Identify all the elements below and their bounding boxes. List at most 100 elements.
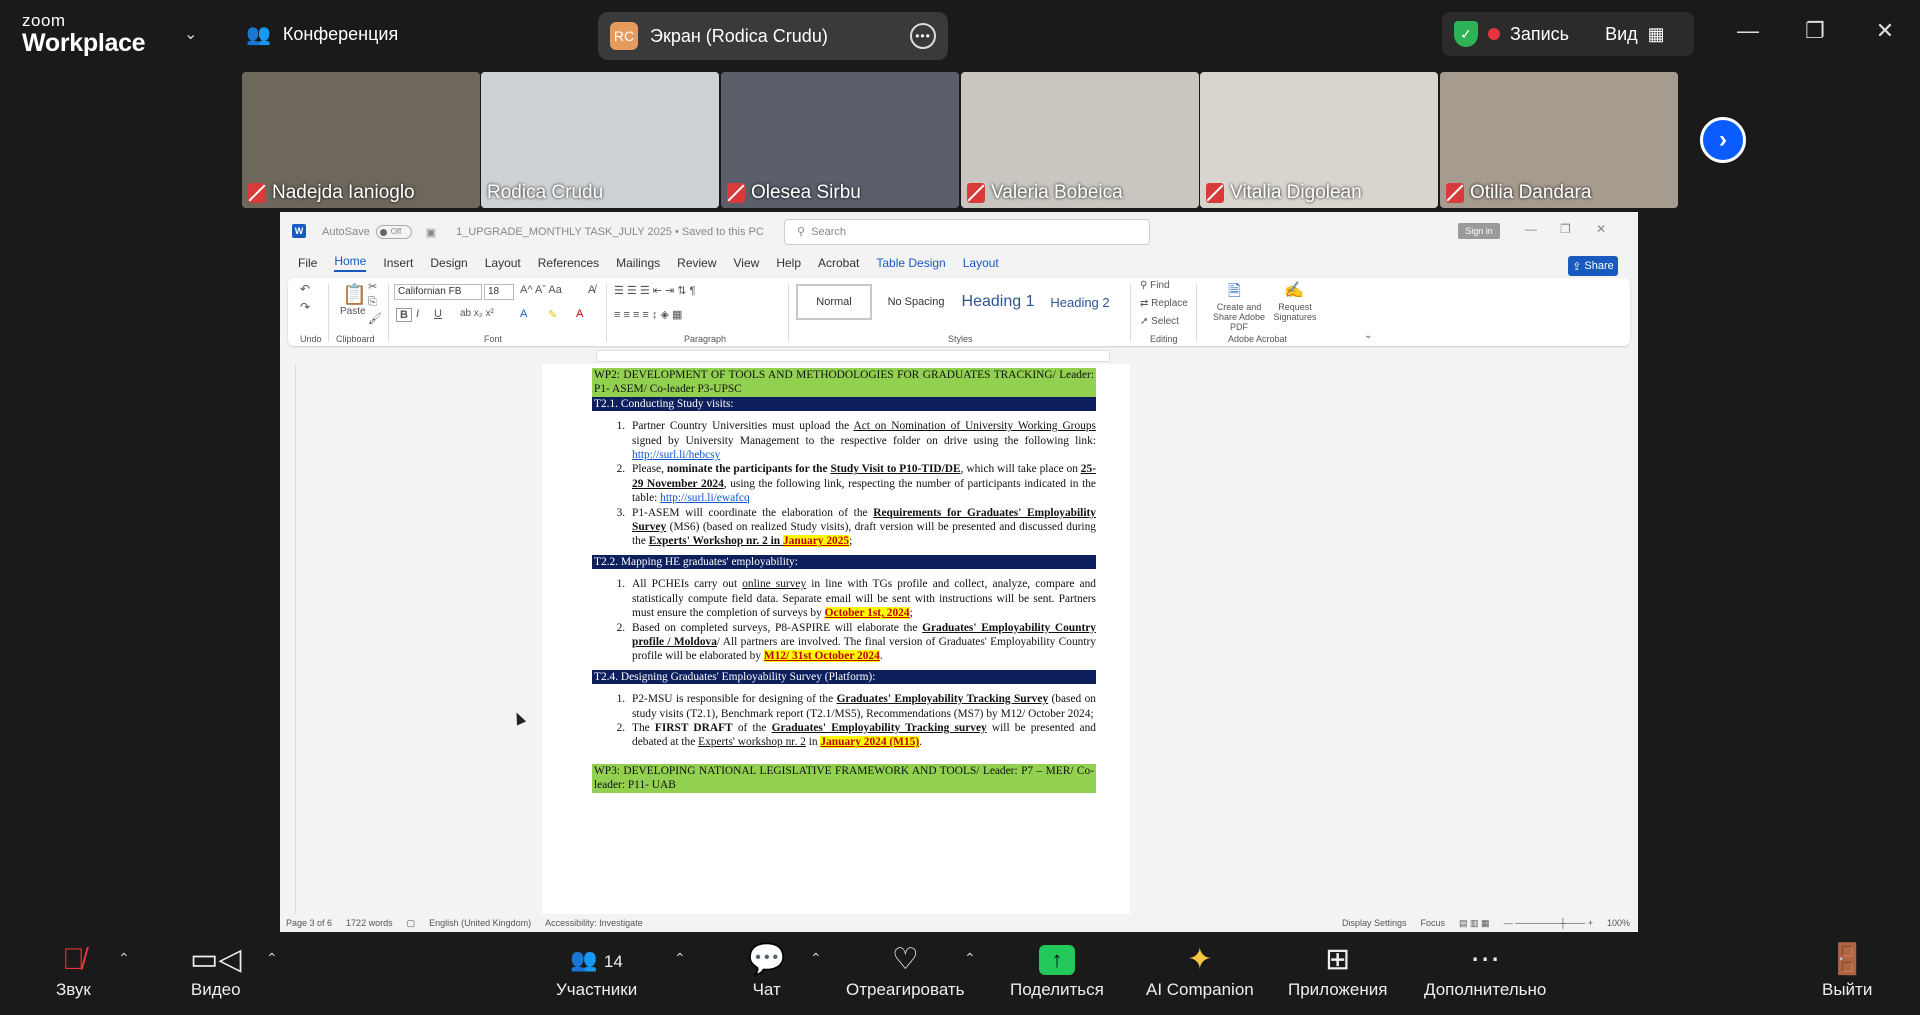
react-button[interactable]: ♡ Отреагировать bbox=[846, 940, 965, 1000]
italic-button[interactable]: I bbox=[416, 308, 419, 320]
leave-button[interactable]: 🚪 Выйти bbox=[1822, 940, 1872, 1000]
clear-formatting-icon[interactable]: A̸ bbox=[588, 284, 595, 296]
react-options-chevron-icon[interactable]: ⌃ bbox=[964, 950, 976, 967]
document-body[interactable]: WP2: DEVELOPMENT OF TOOLS AND METHODOLOG… bbox=[592, 368, 1096, 793]
tab-acrobat[interactable]: Acrobat bbox=[818, 256, 859, 270]
page-count[interactable]: Page 3 of 6 bbox=[286, 918, 332, 928]
participant-tile[interactable]: Valeria Bobeica bbox=[961, 72, 1199, 208]
language[interactable]: English (United Kingdom) bbox=[429, 918, 531, 928]
tab-file[interactable]: File bbox=[298, 256, 317, 270]
apps-button[interactable]: ⊞ Приложения bbox=[1288, 940, 1387, 1000]
highlight-icon[interactable]: ✎ bbox=[548, 308, 557, 321]
redo-icon[interactable]: ↷ bbox=[300, 300, 310, 314]
replace-button[interactable]: ⇄ Replace bbox=[1140, 298, 1188, 309]
tab-design[interactable]: Design bbox=[430, 256, 467, 270]
font-color-icon[interactable]: A bbox=[576, 308, 583, 320]
video-options-chevron-icon[interactable]: ⌃ bbox=[266, 950, 278, 967]
autosave-toggle[interactable]: Off bbox=[375, 225, 412, 239]
video-button[interactable]: ▭◁ Видео bbox=[190, 940, 241, 1000]
minimize-icon[interactable]: — bbox=[1525, 222, 1537, 236]
tab-layout[interactable]: Layout bbox=[485, 256, 521, 270]
zoom-slider[interactable]: — ───────┼─── + bbox=[1504, 918, 1593, 928]
view-label[interactable]: Вид bbox=[1605, 24, 1638, 45]
tab-references[interactable]: References bbox=[538, 256, 599, 270]
next-page-button[interactable]: › bbox=[1700, 117, 1746, 163]
font-size-select[interactable]: 18 bbox=[484, 284, 514, 300]
tab-view[interactable]: View bbox=[734, 256, 760, 270]
bullets-icon[interactable]: ☰ ☰ ☰ ⇤ ⇥ ⇅ ¶ bbox=[614, 284, 695, 297]
paste-label[interactable]: Paste bbox=[340, 306, 366, 317]
find-button[interactable]: ⚲ Find bbox=[1140, 280, 1170, 291]
display-settings[interactable]: Display Settings bbox=[1342, 918, 1407, 928]
tab-mailings[interactable]: Mailings bbox=[616, 256, 660, 270]
chevron-down-icon[interactable]: ⌄ bbox=[184, 24, 197, 44]
close-icon[interactable]: ✕ bbox=[1596, 222, 1606, 236]
restore-icon[interactable]: ❐ bbox=[1560, 222, 1571, 236]
drive-link[interactable]: http://surl.li/hebcsy bbox=[632, 449, 720, 461]
document-canvas[interactable]: WP2: DEVELOPMENT OF TOOLS AND METHODOLOG… bbox=[280, 364, 1638, 914]
grow-font-icon[interactable]: A^ Aˇ Aa bbox=[520, 284, 562, 296]
underline-button[interactable]: U bbox=[434, 308, 442, 320]
request-signatures-button[interactable]: Request Signatures bbox=[1272, 302, 1318, 322]
chat-button[interactable]: 💬 Чат bbox=[748, 940, 785, 1000]
participant-tile-active-speaker[interactable]: Rodica Crudu bbox=[481, 72, 719, 208]
restore-icon[interactable]: ❐ bbox=[1800, 18, 1830, 44]
participants-button[interactable]: 👥 14 Участники bbox=[556, 940, 637, 1000]
tab-help[interactable]: Help bbox=[776, 256, 801, 270]
grid-view-icon[interactable]: ▦ bbox=[1648, 24, 1665, 45]
participants-link[interactable]: http://surl.li/ewafcq bbox=[660, 492, 750, 504]
search-input[interactable]: ⚲ Search bbox=[784, 219, 1150, 245]
copy-icon[interactable]: ⎘ bbox=[368, 296, 377, 309]
document-page[interactable]: WP2: DEVELOPMENT OF TOOLS AND METHODOLOG… bbox=[542, 364, 1130, 914]
tab-insert[interactable]: Insert bbox=[383, 256, 413, 270]
text-effects-icon[interactable]: A bbox=[520, 308, 527, 320]
proofing-icon[interactable]: ▢ bbox=[407, 918, 416, 929]
screen-share-indicator[interactable]: RC Экран (Rodica Crudu) ••• bbox=[598, 12, 948, 60]
undo-icon[interactable]: ↶ bbox=[300, 282, 310, 296]
save-icon[interactable]: ▣ bbox=[426, 226, 436, 239]
style-heading-1[interactable]: Heading 1 bbox=[956, 284, 1040, 320]
meeting-info-button[interactable]: 👥 Конференция bbox=[246, 22, 398, 47]
close-icon[interactable]: ✕ bbox=[1870, 18, 1900, 44]
align-icons[interactable]: ≡ ≡ ≡ ≡ ↕ ◈ ▦ bbox=[614, 308, 682, 321]
audio-options-chevron-icon[interactable]: ⌃ bbox=[118, 950, 130, 967]
participants-options-chevron-icon[interactable]: ⌃ bbox=[674, 950, 686, 967]
paste-icon[interactable]: 📋 bbox=[342, 282, 367, 307]
participant-tile[interactable]: Vitalia Digolean bbox=[1200, 72, 1438, 208]
more-options-icon[interactable]: ••• bbox=[910, 23, 936, 49]
more-button[interactable]: ⋯ Дополнительно bbox=[1424, 940, 1546, 1000]
accessibility-status[interactable]: Accessibility: Investigate bbox=[545, 918, 643, 928]
style-normal[interactable]: Normal bbox=[796, 284, 872, 320]
word-count[interactable]: 1722 words bbox=[346, 918, 393, 928]
cut-icon[interactable]: ✂ bbox=[368, 280, 377, 293]
record-label[interactable]: Запись bbox=[1510, 24, 1569, 45]
create-share-pdf-button[interactable]: Create and Share Adobe PDF bbox=[1204, 302, 1274, 332]
shield-icon[interactable]: ✓ bbox=[1454, 21, 1478, 47]
ai-companion-button[interactable]: ✦ AI Companion bbox=[1146, 940, 1254, 1000]
share-icon: ⇪ bbox=[1572, 260, 1582, 273]
sign-in-button[interactable]: Sign in bbox=[1458, 223, 1500, 239]
tab-home[interactable]: Home bbox=[334, 254, 367, 272]
strikethrough-button[interactable]: ab x₂ x² bbox=[460, 308, 494, 319]
share-screen-button[interactable]: ↑ Поделиться bbox=[1010, 940, 1104, 1000]
font-name-select[interactable]: Californian FB bbox=[394, 284, 482, 300]
tab-table-design[interactable]: Table Design bbox=[876, 256, 945, 270]
participant-tile[interactable]: Otilia Dandara bbox=[1440, 72, 1678, 208]
view-mode-icons[interactable]: ▤ ▥ ▦ bbox=[1459, 918, 1490, 929]
participant-tile[interactable]: Nadejda Ianioglo bbox=[242, 72, 480, 208]
participant-tile[interactable]: Olesea Sirbu bbox=[721, 72, 959, 208]
style-no-spacing[interactable]: No Spacing bbox=[878, 284, 954, 320]
tab-review[interactable]: Review bbox=[677, 256, 716, 270]
zoom-level[interactable]: 100% bbox=[1607, 918, 1630, 928]
focus-mode[interactable]: Focus bbox=[1421, 918, 1446, 928]
select-button[interactable]: ➚ Select bbox=[1140, 316, 1179, 327]
chat-options-chevron-icon[interactable]: ⌃ bbox=[810, 950, 822, 967]
tab-table-layout[interactable]: Layout bbox=[963, 256, 999, 270]
bold-button[interactable]: B bbox=[396, 308, 412, 322]
format-painter-icon[interactable]: 🖌 bbox=[368, 312, 382, 325]
collapse-ribbon-icon[interactable]: ⌄ bbox=[1364, 330, 1372, 341]
share-button[interactable]: ⇪ Share bbox=[1568, 256, 1618, 276]
audio-button[interactable]: 🎙̸ Звук bbox=[56, 940, 91, 1000]
minimize-icon[interactable]: — bbox=[1733, 18, 1763, 44]
style-heading-2[interactable]: Heading 2 bbox=[1042, 284, 1118, 320]
